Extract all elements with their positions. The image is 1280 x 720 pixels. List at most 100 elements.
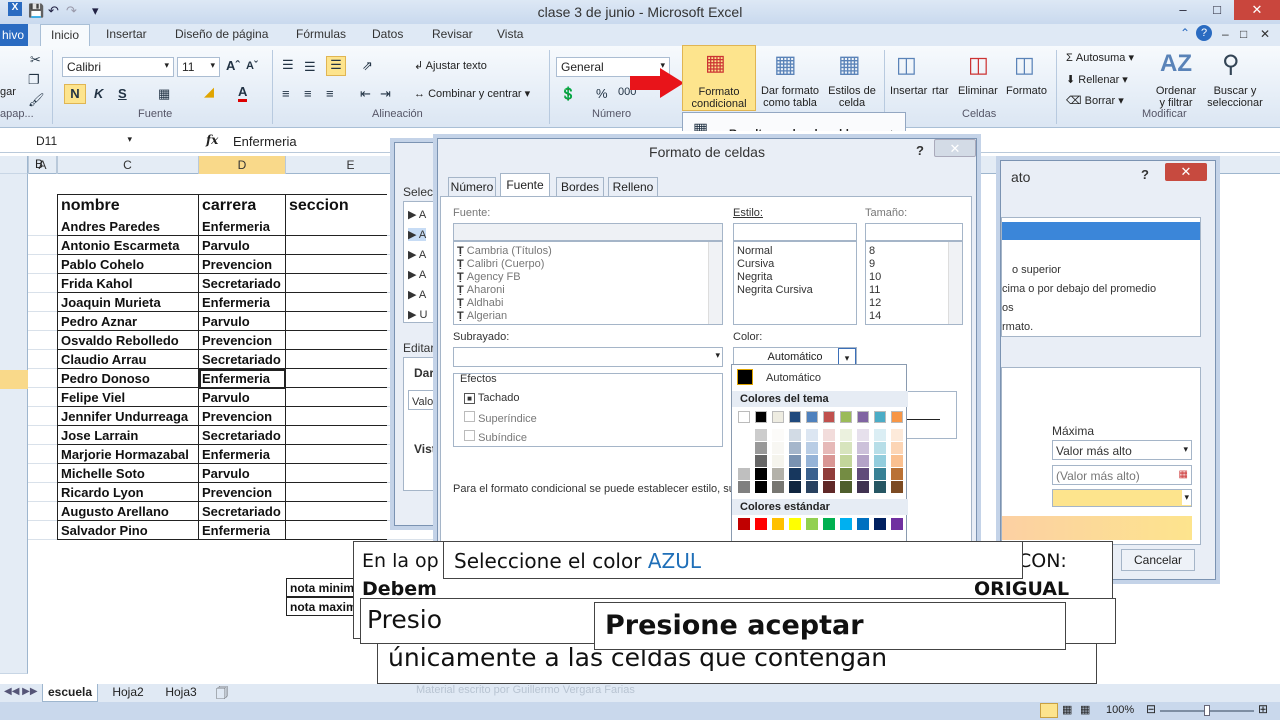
career-cell[interactable]: Parvulo (199, 388, 285, 407)
help-icon[interactable]: ? (1196, 25, 1212, 41)
font-item[interactable]: Ṭ Calibri (Cuerpo) (457, 258, 544, 270)
tab-font[interactable]: Fuente (500, 173, 550, 197)
name-cell[interactable]: Frida Kahol (58, 274, 198, 293)
theme-shade-swatch[interactable] (857, 455, 869, 467)
align-bottom-icon[interactable]: ☰ (326, 56, 346, 76)
currency-icon[interactable]: 💲 (560, 86, 576, 102)
format-table-icon[interactable]: ▦ (774, 50, 797, 79)
theme-shade-swatch[interactable] (823, 481, 835, 493)
name-cell[interactable]: Antonio Escarmeta (58, 236, 198, 255)
theme-shade-swatch[interactable] (840, 481, 852, 493)
theme-shade-swatch[interactable] (857, 481, 869, 493)
theme-shade-swatch[interactable] (823, 429, 835, 441)
theme-shade-swatch[interactable] (840, 429, 852, 441)
zoom-in-icon[interactable]: ⊞ (1258, 702, 1268, 716)
career-cell[interactable]: Enfermeria (199, 445, 285, 464)
theme-shade-swatch[interactable] (755, 468, 767, 480)
autosum-button[interactable]: Σ Autosuma ▾ (1066, 52, 1134, 64)
increase-indent-icon[interactable]: ⇥ (380, 86, 391, 102)
theme-color-swatch[interactable] (789, 411, 801, 423)
career-cell[interactable]: Secretariado (199, 274, 285, 293)
career-cell[interactable]: Prevencion (199, 331, 285, 350)
find-select-icon[interactable]: ⚲ (1222, 50, 1240, 79)
automatic-color-swatch[interactable] (737, 369, 753, 385)
zoom-slider-thumb[interactable] (1204, 705, 1210, 716)
theme-shade-swatch[interactable] (789, 481, 801, 493)
standard-color-swatch[interactable] (738, 518, 750, 530)
font-item[interactable]: Ṭ Algerian (457, 310, 507, 322)
theme-shade-swatch[interactable] (789, 455, 801, 467)
name-cell[interactable]: Pedro Donoso (58, 369, 198, 388)
format-table-label-2[interactable]: como tabla (756, 97, 824, 109)
career-cell[interactable]: Parvulo (199, 312, 285, 331)
page-layout-view-icon[interactable]: ▦ (1062, 703, 1072, 716)
shrink-font-icon[interactable]: Aˇ (246, 60, 258, 72)
minimize-ribbon-icon[interactable]: ⌃ (1180, 26, 1190, 40)
career-cell[interactable]: Enfermeria (199, 521, 285, 540)
copy-icon[interactable]: ❐ (28, 72, 40, 88)
tab-review[interactable]: Revisar (432, 27, 473, 41)
theme-shade-swatch[interactable] (738, 442, 750, 454)
theme-shade-swatch[interactable] (891, 429, 903, 441)
insert-function-icon[interactable]: fx (206, 133, 218, 147)
name-cell[interactable]: Joaquin Murieta (58, 293, 198, 312)
maximize-button[interactable]: □ (1200, 0, 1234, 20)
tab-file[interactable]: hivo (0, 24, 28, 46)
font-color-icon[interactable]: A (238, 84, 248, 102)
name-cell[interactable]: Andres Paredes (58, 217, 198, 236)
cell-styles-label-1[interactable]: Estilos de (824, 85, 880, 97)
theme-color-swatch[interactable] (891, 411, 903, 423)
nota-min-cell[interactable]: nota minim (286, 578, 356, 597)
career-cell[interactable]: Secretariado (199, 350, 285, 369)
wrap-text-button[interactable]: ↲ Ajustar texto (414, 60, 487, 72)
find-label-1[interactable]: Buscar y (1202, 85, 1268, 97)
theme-shade-swatch[interactable] (755, 442, 767, 454)
theme-shade-swatch[interactable] (874, 481, 886, 493)
theme-shade-swatch[interactable] (772, 442, 784, 454)
rule-item[interactable]: rmato. (1002, 321, 1033, 333)
standard-color-swatch[interactable] (755, 518, 767, 530)
restore-workbook-icon[interactable]: – (1222, 27, 1229, 41)
max-value-input[interactable]: (Valor más alto) ▦ (1052, 465, 1192, 485)
cancel-button[interactable]: Cancelar (1121, 549, 1195, 571)
name-cell[interactable]: Claudio Arrau (58, 350, 198, 369)
normal-view-icon[interactable] (1040, 703, 1058, 718)
standard-color-swatch[interactable] (823, 518, 835, 530)
rule-item[interactable]: o superior (1012, 264, 1061, 276)
sheet-nav-icon[interactable]: ◀◀ ▶▶ (4, 686, 38, 697)
subscript-checkbox[interactable]: Subíndice (464, 430, 527, 444)
career-cell[interactable]: Prevencion (199, 407, 285, 426)
close-window-button[interactable]: ✕ (1234, 0, 1280, 20)
grow-font-icon[interactable]: Aˆ (226, 58, 240, 73)
font-item[interactable]: Ṭ Agency FB (457, 271, 521, 283)
rule-item[interactable]: ▶ A (408, 208, 426, 221)
name-cell[interactable]: Jose Larrain (58, 426, 198, 445)
theme-shade-swatch[interactable] (823, 468, 835, 480)
tab-fill[interactable]: Relleno (608, 177, 658, 197)
zoom-level[interactable]: 100% (1106, 704, 1134, 716)
align-middle-icon[interactable]: ☰ (304, 59, 316, 75)
tab-view[interactable]: Vista (497, 27, 523, 41)
rule-item[interactable]: ▶ A (408, 288, 426, 301)
theme-shade-swatch[interactable] (874, 455, 886, 467)
career-cell[interactable]: Parvulo (199, 464, 285, 483)
find-label-2[interactable]: seleccionar (1202, 97, 1268, 109)
tab-page-layout[interactable]: Diseño de página (175, 27, 268, 41)
career-cell[interactable]: Secretariado (199, 426, 285, 445)
style-item[interactable]: Cursiva (737, 258, 774, 270)
career-cell[interactable]: Enfermeria (199, 293, 285, 312)
size-item[interactable]: 11 (869, 284, 880, 296)
font-size-combo[interactable]: 11 ▾ (177, 57, 220, 77)
size-list[interactable]: 8 9 10 11 12 14 (865, 241, 963, 325)
theme-shade-swatch[interactable] (738, 481, 750, 493)
tab-formulas[interactable]: Fórmulas (296, 27, 346, 41)
help-icon[interactable]: ? (1141, 167, 1149, 182)
sort-label-1[interactable]: Ordenar (1150, 85, 1202, 97)
size-item[interactable]: 10 (869, 271, 881, 283)
help-icon[interactable]: ? (916, 143, 924, 158)
standard-color-swatch[interactable] (806, 518, 818, 530)
theme-shade-swatch[interactable] (891, 455, 903, 467)
column-header-b[interactable]: B (35, 157, 43, 171)
font-list[interactable]: Ṭ Cambria (Títulos) Ṭ Calibri (Cuerpo) T… (453, 241, 723, 325)
theme-shade-swatch[interactable] (755, 481, 767, 493)
